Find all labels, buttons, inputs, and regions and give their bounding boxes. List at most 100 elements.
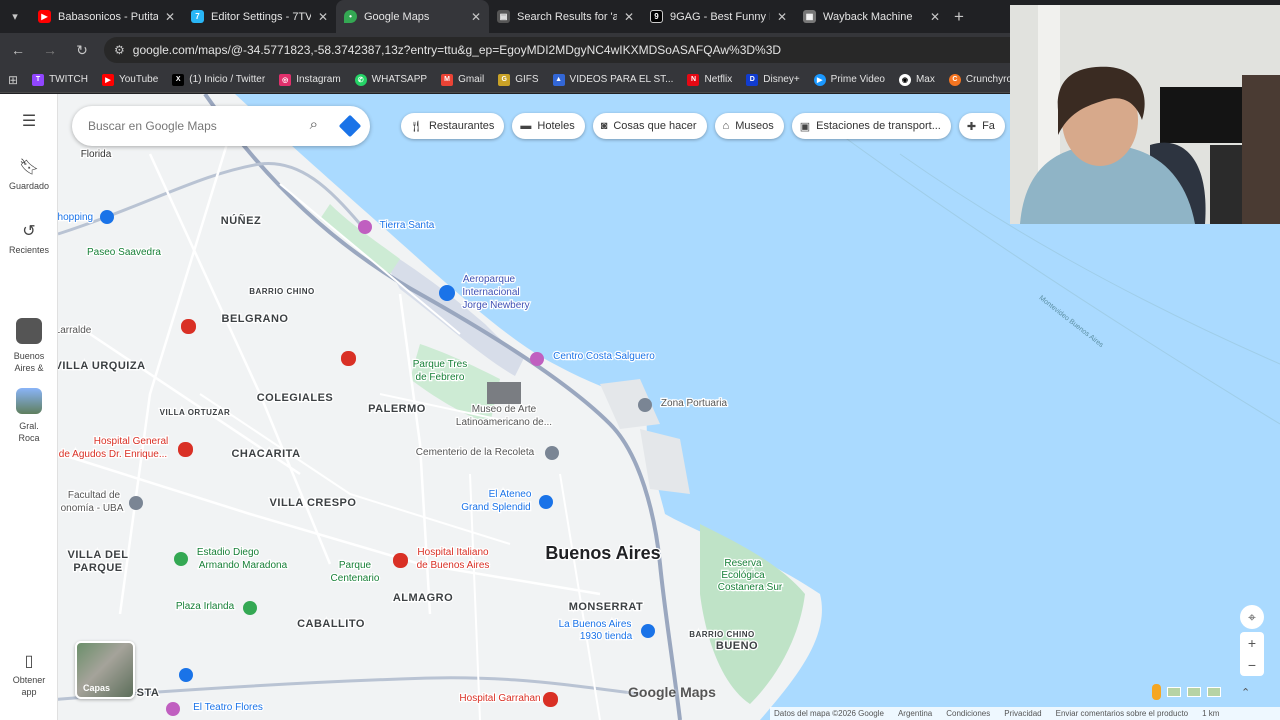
forward-arrow-icon[interactable]: → (36, 36, 64, 64)
browser-tab[interactable]: 7 Editor Settings - 7TV ✕ (183, 0, 336, 33)
apps-grid-icon[interactable]: ⊞ (8, 73, 18, 87)
close-tab-icon[interactable]: ✕ (318, 10, 328, 24)
saved-button[interactable]: 🔖︎ Guardado (0, 160, 58, 192)
bookmark-netflix[interactable]: N Netflix (687, 73, 732, 86)
place-label[interactable]: Paseo Saavedra (86, 246, 163, 260)
bookmark-instagram[interactable]: ◎ Instagram (279, 73, 341, 86)
site-settings-icon[interactable]: ⚙ (114, 43, 125, 57)
footer-link-country[interactable]: Argentina (898, 709, 932, 718)
menu-button[interactable]: ☰ (0, 114, 58, 130)
search-input[interactable] (88, 119, 288, 133)
chip-pharmacies[interactable]: ✚ Fa (958, 113, 1005, 139)
place-label[interactable]: onomía - UBA (59, 502, 125, 516)
expand-chevron-icon[interactable]: ⌃ (1241, 686, 1250, 699)
chip-transit[interactable]: ▣ Estaciones de transport... (791, 113, 951, 139)
place-label[interactable]: Parque (338, 559, 373, 573)
hospital-pin-icon[interactable] (393, 553, 408, 568)
browser-tab[interactable]: ▶ Babasonicos - Putita (✕ (30, 0, 183, 33)
bookmark-disney[interactable]: D Disney+ (746, 73, 800, 86)
scale-bar[interactable]: 1 km (1202, 709, 1219, 718)
place-label[interactable]: Internacional (461, 286, 521, 300)
place-label[interactable]: de Agudos Dr. Enrique... (58, 448, 169, 462)
browser-tab-active[interactable]: • Google Maps ✕ (336, 0, 489, 33)
stadium-pin-icon[interactable] (174, 552, 188, 566)
hospital-pin-icon[interactable] (543, 692, 558, 707)
footer-link-privacy[interactable]: Privacidad (1004, 709, 1041, 718)
attraction-pin-icon[interactable] (358, 220, 372, 234)
place-label[interactable]: Florida (79, 148, 113, 162)
browser-tab[interactable]: ▦ Wayback Machine ✕ (795, 0, 948, 33)
chip-hotels[interactable]: ▬ Hoteles (512, 113, 585, 139)
port-pin-icon[interactable] (638, 398, 652, 412)
bookmark-twitch[interactable]: T TWITCH (32, 73, 88, 86)
browser-tab[interactable]: ▤ Search Results for 'act ✕ (489, 0, 642, 33)
recents-button[interactable]: ↺ Recientes (0, 224, 58, 256)
shopping-pin-icon[interactable] (100, 210, 114, 224)
place-label[interactable]: de Febrero (414, 371, 466, 385)
place-label[interactable]: Hospital Italiano (416, 546, 490, 560)
get-app-button[interactable]: ▯ Obtener app (0, 654, 58, 698)
place-label[interactable]: Grand Splendid (460, 501, 532, 515)
place-label[interactable]: Centenario (329, 572, 381, 586)
place-label[interactable]: Estadio Diego (196, 546, 261, 560)
convention-pin-icon[interactable] (530, 352, 544, 366)
my-location-button[interactable]: ⌖ (1240, 605, 1264, 629)
place-label[interactable]: Facultad de (67, 489, 122, 503)
place-label[interactable]: Tierra Santa (378, 219, 436, 233)
place-label[interactable]: Aeroparque (462, 273, 517, 287)
place-label[interactable]: El Teatro Flores (192, 701, 264, 715)
browser-tab[interactable]: 9 9GAG - Best Funny Me ✕ (642, 0, 795, 33)
place-label[interactable]: Buenos Aires (544, 542, 662, 565)
place-label[interactable]: Armando Maradona (198, 559, 289, 573)
cemetery-pin-icon[interactable] (545, 446, 559, 460)
place-label[interactable]: Parque Tres (412, 358, 469, 372)
maps-search-box[interactable]: ⌕ (72, 106, 370, 146)
shop-pin-icon[interactable] (179, 668, 193, 682)
search-icon[interactable]: ⌕ (310, 116, 318, 133)
tab-search-chevron-icon[interactable]: ▾ (0, 0, 30, 33)
imagery-thumb-icon[interactable] (1167, 687, 1181, 697)
place-label[interactable]: de Buenos Aires (415, 559, 490, 573)
pegman-icon[interactable] (1152, 684, 1161, 700)
hamburger-menu-icon[interactable]: ☰ (22, 114, 36, 130)
hospital-pin-icon[interactable] (341, 351, 356, 366)
new-tab-plus-icon[interactable]: + (954, 7, 964, 27)
bookmark-youtube[interactable]: ▶ YouTube (101, 73, 158, 86)
place-label[interactable]: Zona Portuaria (660, 397, 729, 411)
place-label[interactable]: Jorge Newbery (461, 299, 531, 313)
recent-place-gral-roca[interactable]: Gral. Roca (0, 388, 58, 444)
close-tab-icon[interactable]: ✕ (930, 10, 940, 24)
bookmark-whatsapp[interactable]: ✆ WHATSAPP (354, 73, 427, 86)
chip-things-to-do[interactable]: ◙ Cosas que hacer (592, 113, 707, 139)
place-label[interactable]: Reserva (723, 557, 763, 571)
bookmark-gifs[interactable]: G GIFS (498, 73, 539, 86)
url-text[interactable]: google.com/maps/@-34.5771823,-58.3742387… (133, 43, 781, 57)
close-tab-icon[interactable]: ✕ (777, 10, 787, 24)
imagery-thumb-icon[interactable] (1207, 687, 1221, 697)
place-label[interactable]: Hospital General (93, 435, 170, 449)
place-label[interactable]: 1930 tienda (579, 630, 634, 644)
bookmark-twitter[interactable]: X (1) Inicio / Twitter (172, 73, 265, 86)
bookmark-prime[interactable]: ▶ Prime Video (813, 73, 885, 86)
place-label[interactable]: Costanera Sur (717, 581, 785, 595)
theater-pin-icon[interactable] (166, 702, 180, 716)
close-tab-icon[interactable]: ✕ (165, 10, 175, 24)
chip-museums[interactable]: ⌂ Museos (714, 113, 784, 139)
close-tab-icon[interactable]: ✕ (471, 10, 481, 24)
museum-photo-thumbnail[interactable] (487, 382, 521, 404)
bookmark-gmail[interactable]: M Gmail (441, 73, 484, 86)
hospital-pin-icon[interactable] (178, 442, 193, 457)
close-tab-icon[interactable]: ✕ (624, 10, 634, 24)
address-bar[interactable]: ⚙ google.com/maps/@-34.5771823,-58.37423… (104, 37, 1104, 63)
place-label[interactable]: Cementerio de la Recoleta (415, 446, 536, 460)
place-label[interactable]: Centro Costa Salguero (552, 350, 657, 364)
airport-pin-icon[interactable] (439, 285, 455, 301)
university-pin-icon[interactable] (129, 496, 143, 510)
layers-button[interactable]: Capas (75, 641, 135, 699)
footer-link-feedback[interactable]: Enviar comentarios sobre el producto (1056, 709, 1189, 718)
place-label[interactable]: El Ateneo (487, 488, 533, 502)
bookmark-max[interactable]: ◉ Max (898, 73, 935, 86)
recent-place-buenos-aires[interactable]: Buenos Aires & (0, 318, 58, 374)
footer-link-terms[interactable]: Condiciones (946, 709, 990, 718)
place-label[interactable]: Plaza Irlanda (175, 600, 236, 614)
